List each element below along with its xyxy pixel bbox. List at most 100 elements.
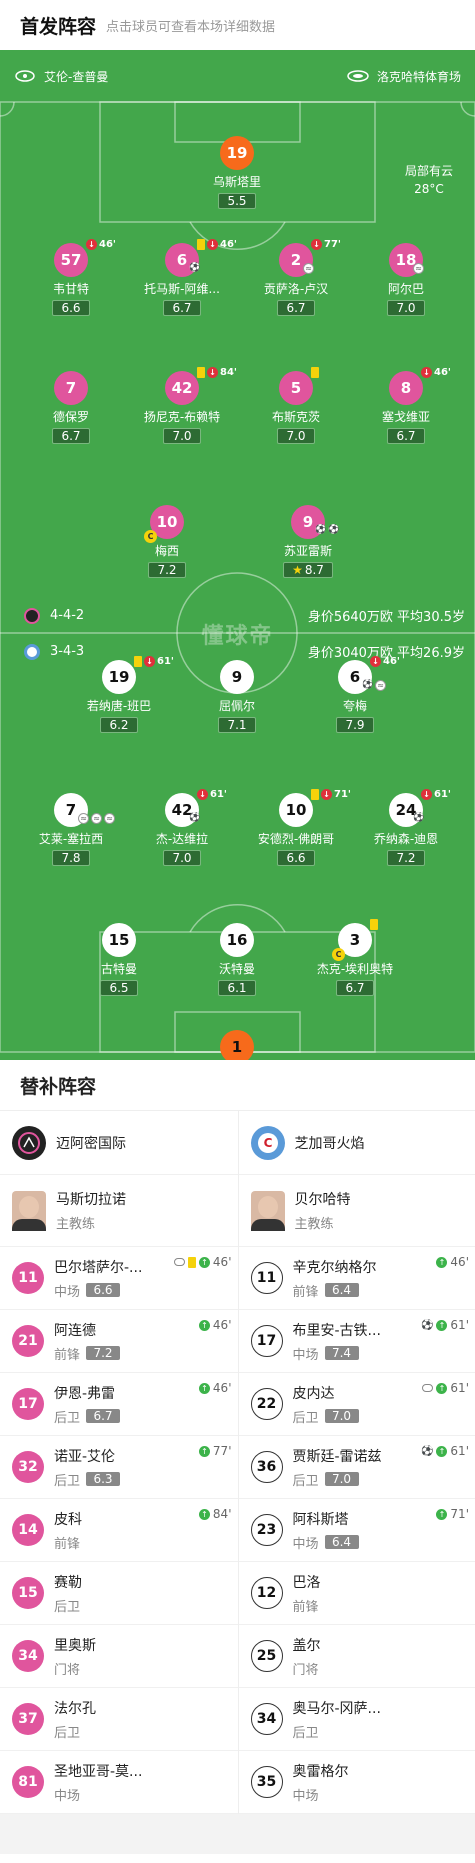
player-name: 苏亚雷斯 [283, 544, 332, 558]
assist-boot-icon: ≈ [104, 813, 115, 824]
home-sub-row[interactable]: 34 里奥斯 门将 [0, 1625, 238, 1688]
home-player[interactable]: 9 ⚽ ⚽ 苏亚雷斯 ★ 8.7 [253, 505, 363, 578]
away-player[interactable]: 10 ↓ 71' 安德烈-佛朗哥 6.6 [241, 789, 351, 866]
away-sub-row[interactable]: 12 巴洛 前锋 [238, 1562, 475, 1625]
sub-meta: 中场 7.4 [293, 1344, 381, 1363]
player-number-badge: 10 C [144, 505, 184, 543]
player-rating: 6.1 [218, 980, 256, 996]
venue-name: 洛克哈特体育场 [376, 69, 461, 84]
away-coach-row[interactable]: 贝尔哈特 主教练 [238, 1175, 475, 1247]
home-sub-row[interactable]: 15 赛勒 后卫 [0, 1562, 238, 1625]
player-number: 7 [65, 379, 77, 397]
home-player[interactable]: 6 ↓ 46' ⚽ 托马斯-阿维... 6.7 [127, 239, 237, 316]
away-sub-row[interactable]: 23 阿科斯塔 中场 6.4 ↑ 71' [238, 1499, 475, 1562]
sub-in-time: 46' [212, 1381, 232, 1395]
home-sub-row[interactable]: 14 皮科 前锋 ↑ 84' [0, 1499, 238, 1562]
sub-info: 皮内达 后卫 7.0 [293, 1383, 359, 1426]
player-name: 贡萨洛-卢汉 [263, 282, 329, 296]
away-sub-row[interactable]: 36 贾斯廷-雷诺兹 后卫 7.0 ⚽ ↑ 61' [238, 1436, 475, 1499]
home-sub-row[interactable]: 37 法尔孔 后卫 [0, 1688, 238, 1751]
sub-out-icon: ↓ [207, 367, 218, 378]
home-player[interactable]: 5 布斯克茨 7.0 [241, 367, 351, 444]
away-sub-row[interactable]: 35 奥雷格尔 中场 [238, 1751, 475, 1814]
sub-out-icon: ↓ [207, 239, 218, 250]
sub-in-icon: ↑ [198, 1256, 210, 1268]
player-stat-icons: ⚽ [189, 813, 200, 824]
sub-number-badge: 36 [250, 1451, 283, 1483]
subs-title: 替补阵容 [20, 1075, 97, 1098]
goal-ball-icon: ⚽ [189, 263, 201, 273]
home-sub-row[interactable]: 17 伊恩-弗雷 后卫 6.7 ↑ 46' [0, 1373, 238, 1436]
away-subs-column: C 芝加哥火焰 贝尔哈特 主教练 11 辛克尔纳格尔 前锋 6.4 ↑ 46' 17 布里安-… [237, 1111, 475, 1814]
sub-info: 巴尔塔萨尔-... 中场 6.6 [54, 1257, 142, 1300]
away-sub-row[interactable]: 17 布里安-古铁... 中场 7.4 ⚽ ↑ 61' [238, 1310, 475, 1373]
sub-number-badge: 14 [12, 1514, 44, 1546]
player-stat-icons: ⚽ [189, 263, 200, 274]
inter-miami-logo [12, 1125, 46, 1160]
away-player[interactable]: 3 C 杰克-埃利奥特 6.7 [300, 919, 410, 996]
home-player[interactable]: 19 乌斯塔里 5.5 [182, 136, 292, 209]
player-rating: 5.5 [218, 193, 256, 209]
sub-in-indicator: ⚽ ↑ 61' [421, 1318, 469, 1332]
sub-out-icon: ↓ [370, 656, 381, 667]
sub-meta: 后卫 6.7 [54, 1407, 121, 1426]
home-player[interactable]: 57 ↓ 46' 韦甘特 6.6 [16, 239, 126, 316]
referee-name: 艾伦-查普曼 [44, 69, 109, 84]
player-rating: 7.0 [387, 300, 425, 316]
home-sub-row[interactable]: 81 圣地亚哥-莫... 中场 [0, 1751, 238, 1814]
player-number: 19 [226, 144, 248, 162]
home-player[interactable]: 8 ↓ 46' 塞戈维亚 6.7 [351, 367, 461, 444]
player-rating: 6.7 [277, 300, 315, 316]
away-player[interactable]: 15 古特曼 6.5 [64, 923, 174, 996]
away-player[interactable]: 7 ≈ ≈ ≈ 艾莱-塞拉西 7.8 [16, 793, 126, 866]
away-sub-row[interactable]: 11 辛克尔纳格尔 前锋 6.4 ↑ 46' [238, 1247, 475, 1310]
sub-position: 前锋 [54, 1347, 81, 1363]
away-player[interactable]: 19 ↓ 61' 若纳唐-班巴 6.2 [64, 656, 174, 733]
weather-text: 局部有云 [404, 164, 453, 178]
away-player[interactable]: 1克里斯-布雷迪7.1 [182, 1030, 292, 1060]
goal-ball-icon: ⚽ [413, 813, 425, 823]
player-rating: 7.0 [163, 428, 201, 444]
sub-in-icon: ↑ [436, 1319, 448, 1331]
away-sub-row[interactable]: 25 盖尔 门将 [238, 1625, 475, 1688]
player-rating: ★ 8.7 [283, 562, 333, 578]
away-player[interactable]: 6 ↓ 46' ⚽ ≈ 夸梅 7.9 [300, 656, 410, 733]
temperature-text: 28°C [414, 182, 444, 196]
away-player[interactable]: 16 沃特曼 6.1 [182, 923, 292, 996]
away-player[interactable]: 24 ↓ 61' ⚽ 乔纳森-迪恩 7.2 [351, 789, 461, 866]
home-team-row[interactable]: 迈阿密国际 [0, 1111, 238, 1175]
away-team-name: 芝加哥火焰 [294, 1135, 365, 1152]
player-rating: 6.6 [52, 300, 90, 316]
weather-info: 局部有云 28°C [405, 162, 453, 198]
sub-info: 圣地亚哥-莫... 中场 [54, 1761, 142, 1804]
sub-position: 后卫 [292, 1473, 319, 1489]
home-player[interactable]: 42 ↓ 84' 扬尼克-布赖特 7.0 [127, 367, 237, 444]
home-sub-row[interactable]: 32 诺亚-艾伦 后卫 6.3 ↑ 77' [0, 1436, 238, 1499]
player-rating-value: 6.5 [109, 981, 129, 995]
home-player[interactable]: 7 德保罗 6.7 [16, 371, 126, 444]
sub-in-icon: ↑ [198, 1319, 210, 1331]
sub-position: 门将 [54, 1662, 81, 1678]
home-player[interactable]: 18 ≈ 阿尔巴 7.0 [351, 243, 461, 316]
away-player[interactable]: 42 ↓ 61' ⚽ 杰-达维拉 7.0 [127, 789, 237, 866]
player-events: ↓ 77' [311, 239, 341, 250]
away-sub-row[interactable]: 34 奥马尔-冈萨... 后卫 [238, 1688, 475, 1751]
sub-in-time: 46' [212, 1318, 232, 1332]
home-player[interactable]: 10 C 梅西 7.2 [112, 505, 222, 578]
away-player[interactable]: 9 屈佩尔 7.1 [182, 660, 292, 733]
sub-in-time: 61' [450, 1381, 469, 1395]
sub-info: 布里安-古铁... 中场 7.4 [293, 1320, 381, 1363]
player-events: ↓ 61' [197, 789, 227, 800]
home-coach-name: 马斯切拉诺 [56, 1192, 126, 1208]
home-coach-row[interactable]: 马斯切拉诺 主教练 [0, 1175, 238, 1247]
player-events: ↓ 46' [197, 239, 237, 250]
away-team-row[interactable]: C 芝加哥火焰 [238, 1111, 475, 1175]
home-sub-row[interactable]: 21 阿连德 前锋 7.2 ↑ 46' [0, 1310, 238, 1373]
home-sub-row[interactable]: 11 巴尔塔萨尔-... 中场 6.6 ↑ 46' [0, 1247, 238, 1310]
home-player[interactable]: 2 ↓ 77' ≈ 贡萨洛-卢汉 6.7 [241, 239, 351, 316]
away-sub-row[interactable]: 22 皮内达 后卫 7.0 ↑ 61' [238, 1373, 475, 1436]
sub-out-time: 46' [99, 239, 116, 250]
sub-in-indicator: ↑ 46' [198, 1318, 232, 1332]
player-rating: 6.7 [52, 428, 90, 444]
sub-player-name: 皮科 [54, 1511, 82, 1528]
